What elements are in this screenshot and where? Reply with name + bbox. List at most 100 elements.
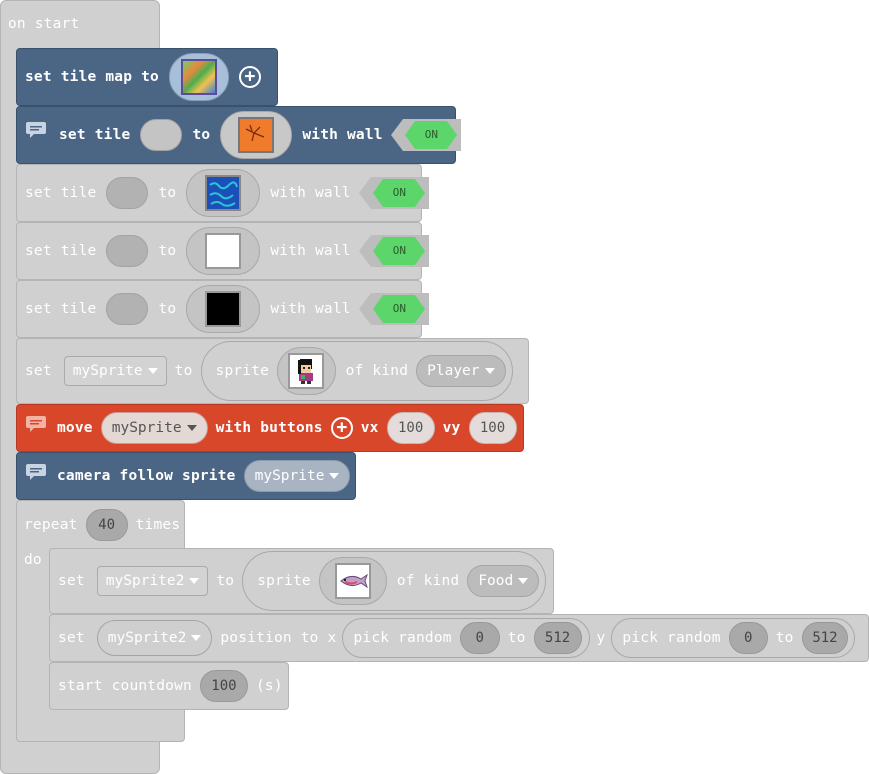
tile-image-slot[interactable]: [186, 169, 261, 217]
variable-name: mySprite2: [107, 630, 187, 646]
times-label: times: [135, 517, 181, 533]
pick-random-label: pick random: [622, 630, 721, 646]
camera-follow-block[interactable]: camera follow sprite mySprite: [16, 452, 356, 500]
create-sprite-reporter[interactable]: sprite of kind Food: [242, 551, 547, 611]
random-min-input[interactable]: 0: [459, 622, 500, 654]
on-start-label: on start: [8, 16, 80, 32]
wall-toggle[interactable]: ON: [358, 293, 429, 325]
set-tile-block-4[interactable]: set tile to with wall ON: [16, 280, 429, 338]
vx-input[interactable]: 100: [386, 412, 435, 444]
sprite-image-slot[interactable]: [318, 557, 387, 605]
start-countdown-block[interactable]: start countdown 100 (s): [49, 662, 289, 710]
to-label: to: [158, 243, 177, 259]
kind-dropdown[interactable]: Food: [467, 565, 540, 597]
set-tile-block-2[interactable]: set tile to with wall ON: [16, 164, 429, 222]
random-max-input[interactable]: 512: [801, 622, 849, 654]
toggle-on-label: ON: [392, 302, 406, 315]
vx-label: vx: [360, 420, 379, 436]
vy-input[interactable]: 100: [468, 412, 517, 444]
move-with-buttons-block[interactable]: move mySprite with buttons + vx 100 vy 1…: [16, 404, 524, 452]
set-tile-block-3[interactable]: set tile to with wall ON: [16, 222, 429, 280]
repeat-count-input[interactable]: 40: [85, 509, 128, 541]
start-countdown-label: start countdown: [58, 678, 192, 694]
set-tile-map-block[interactable]: set tile map to +: [16, 48, 278, 106]
pick-random-x[interactable]: pick random 0 to 512: [342, 618, 591, 658]
chevron-down-icon: [191, 635, 202, 641]
set-tile-map-label: set tile map to: [25, 69, 159, 85]
tile-image-slot[interactable]: [186, 227, 261, 275]
chevron-down-icon: [186, 425, 197, 431]
repeat-label: repeat: [24, 517, 78, 533]
kind-value: Food: [478, 573, 514, 589]
to-label: to: [216, 573, 235, 589]
chevron-down-icon: [189, 578, 200, 584]
kind-value: Player: [427, 363, 480, 379]
variable-dropdown[interactable]: mySprite: [243, 460, 351, 492]
variable-dropdown[interactable]: mySprite: [100, 412, 208, 444]
position-to-x-label: position to x: [220, 630, 337, 646]
wall-toggle[interactable]: ON: [390, 119, 461, 151]
chevron-down-icon: [484, 368, 495, 374]
with-buttons-label: with buttons: [215, 420, 323, 436]
wall-toggle[interactable]: ON: [358, 235, 429, 267]
create-sprite-reporter[interactable]: sprite of kind Player: [200, 341, 513, 401]
to-label: to: [174, 363, 193, 379]
food-sprite-image: [334, 563, 371, 599]
set-label: set: [25, 363, 52, 379]
random-min-input[interactable]: 0: [728, 622, 768, 654]
variable-name: mySprite: [72, 363, 143, 379]
set-tile-label: set tile: [25, 185, 97, 201]
of-kind-label: of kind: [345, 363, 409, 379]
with-wall-label: with wall: [270, 243, 351, 259]
sprite-label: sprite: [257, 573, 311, 589]
add-icon[interactable]: +: [238, 66, 261, 88]
tile-image-slot[interactable]: [220, 111, 293, 159]
blue-tile-image: [205, 175, 242, 211]
to-label: to: [192, 127, 211, 143]
toggle-on-label: ON: [392, 244, 406, 257]
comment-icon[interactable]: [25, 121, 47, 143]
comment-icon[interactable]: [25, 415, 47, 437]
variable-name: mySprite: [111, 420, 182, 436]
tile-index-slot[interactable]: [140, 119, 183, 151]
set-food-sprite-block[interactable]: set mySprite2 to sprite of kind Food: [49, 548, 554, 614]
tilemap-image: [180, 59, 217, 95]
tile-index-slot[interactable]: [106, 177, 149, 209]
comment-icon[interactable]: [25, 463, 47, 485]
tilemap-image-slot[interactable]: [168, 53, 229, 101]
set-sprite-block[interactable]: set mySprite to sprite of kind Player: [16, 338, 529, 404]
chevron-down-icon: [329, 473, 340, 479]
y-label: y: [596, 630, 606, 646]
wall-toggle[interactable]: ON: [358, 177, 429, 209]
set-label: set: [58, 630, 85, 646]
to-label: to: [158, 185, 177, 201]
tile-index-slot[interactable]: [106, 235, 149, 267]
camera-follow-label: camera follow sprite: [57, 468, 236, 484]
to-label: to: [775, 630, 794, 646]
chevron-down-icon: [518, 578, 529, 584]
kind-dropdown[interactable]: Player: [416, 355, 506, 387]
variable-dropdown[interactable]: mySprite: [63, 356, 167, 386]
variable-name: mySprite2: [105, 573, 185, 589]
vy-label: vy: [442, 420, 461, 436]
sprite-image-slot[interactable]: [277, 347, 336, 395]
set-label: set: [58, 573, 85, 589]
of-kind-label: of kind: [396, 573, 460, 589]
tile-image-slot[interactable]: [186, 285, 261, 333]
seconds-unit-label: (s): [255, 678, 283, 694]
random-max-input[interactable]: 512: [533, 622, 582, 654]
countdown-input[interactable]: 100: [199, 670, 248, 702]
set-tile-block-1[interactable]: set tile to with wall ON: [16, 106, 461, 164]
add-icon[interactable]: +: [330, 417, 353, 439]
variable-dropdown[interactable]: mySprite2: [96, 566, 209, 596]
pick-random-y[interactable]: pick random 0 to 512: [611, 618, 856, 658]
player-sprite-image: [288, 353, 325, 389]
move-label: move: [57, 420, 93, 436]
orange-tile-image: [238, 117, 275, 153]
to-label: to: [158, 301, 177, 317]
set-position-block[interactable]: set mySprite2 position to x pick random …: [49, 614, 869, 662]
toggle-on-label: ON: [424, 128, 438, 141]
set-tile-label: set tile: [25, 301, 97, 317]
tile-index-slot[interactable]: [106, 293, 149, 325]
variable-dropdown[interactable]: mySprite2: [96, 620, 213, 656]
